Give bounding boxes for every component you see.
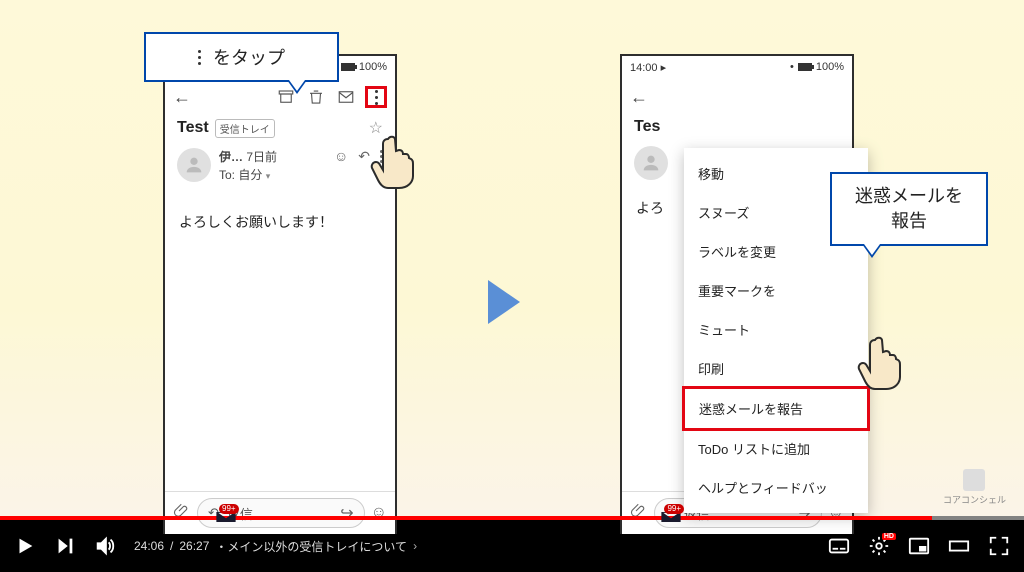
chevron-right-icon[interactable]: › bbox=[413, 539, 417, 553]
status-bar: 14:00 ▸ • 100% bbox=[622, 56, 852, 78]
menu-mute[interactable]: ミュート bbox=[684, 310, 868, 349]
mail-date: 7日前 bbox=[246, 150, 277, 164]
callout-text: 迷惑メールを 報告 bbox=[855, 186, 963, 231]
back-arrow-icon[interactable]: ← bbox=[630, 87, 648, 108]
mail-body: よろしくお願いします！ bbox=[165, 190, 395, 254]
battery-pct: 100% bbox=[816, 61, 844, 73]
mail-header: ← bbox=[165, 78, 395, 116]
mail-header: ← bbox=[622, 78, 852, 116]
brand-name: コアコンシェル bbox=[943, 495, 1006, 505]
video-content: 100% ← Test 受信トレイ ☆ bbox=[0, 0, 1024, 516]
battery-status: • 100% bbox=[790, 61, 844, 73]
badge: 99+ bbox=[664, 504, 684, 514]
theater-button[interactable] bbox=[948, 535, 970, 557]
next-button[interactable] bbox=[54, 535, 76, 557]
callout-tap-more: をタップ bbox=[144, 32, 339, 82]
callout-text: をタップ bbox=[213, 44, 285, 70]
video-controls: 24:06 / 26:27 ・メイン以外の受信トレイについて › HD bbox=[0, 520, 1024, 572]
avatar bbox=[177, 148, 211, 182]
delete-icon[interactable] bbox=[305, 86, 327, 108]
menu-report-spam[interactable]: 迷惑メールを報告 bbox=[682, 386, 870, 431]
sender-row: 伊… 7日前 To: 自分 ▾ ☺ ↶ bbox=[165, 144, 395, 190]
subject-row: Tes bbox=[622, 116, 852, 142]
time-display: 24:06 / 26:27 ・メイン以外の受信トレイについて › bbox=[134, 538, 417, 555]
subtitles-button[interactable] bbox=[828, 535, 850, 557]
inbox-label: 受信トレイ bbox=[215, 119, 275, 138]
more-vert-icon bbox=[198, 50, 201, 65]
phone-mockup-before: 100% ← Test 受信トレイ ☆ bbox=[163, 54, 397, 534]
hd-badge: HD bbox=[882, 533, 896, 540]
battery-status: 100% bbox=[341, 61, 387, 73]
more-vert-icon bbox=[375, 90, 378, 105]
avatar bbox=[634, 146, 668, 180]
mail-subject: Tes bbox=[634, 118, 660, 136]
menu-help[interactable]: ヘルプとフィードバッ bbox=[684, 468, 868, 507]
pointing-hand-icon bbox=[368, 134, 418, 194]
status-time: 14:00 ▸ bbox=[630, 61, 666, 74]
phone-mockup-after: 14:00 ▸ • 100% ← Tes よろ ↶ 返信 bbox=[620, 54, 854, 534]
fullscreen-button[interactable] bbox=[988, 535, 1010, 557]
volume-button[interactable] bbox=[94, 535, 116, 557]
chevron-down-icon[interactable]: ▾ bbox=[266, 171, 271, 181]
more-menu-button[interactable] bbox=[365, 86, 387, 108]
mail-subject: Test bbox=[177, 119, 209, 137]
emoji-icon[interactable]: ☺ bbox=[334, 148, 348, 165]
pointing-hand-icon bbox=[855, 335, 905, 395]
brand-logo: コアコンシェル bbox=[943, 469, 1006, 506]
callout-report-spam: 迷惑メールを 報告 bbox=[830, 172, 988, 246]
settings-button[interactable]: HD bbox=[868, 535, 890, 557]
menu-add-todo[interactable]: ToDo リストに追加 bbox=[684, 429, 868, 468]
back-arrow-icon[interactable]: ← bbox=[173, 87, 191, 108]
menu-print[interactable]: 印刷 bbox=[684, 349, 868, 388]
current-time: 24:06 bbox=[134, 539, 164, 553]
total-time: 26:27 bbox=[179, 539, 209, 553]
battery-pct: 100% bbox=[359, 61, 387, 73]
play-button[interactable] bbox=[14, 535, 36, 557]
chapter-title[interactable]: ・メイン以外の受信トレイについて bbox=[215, 538, 407, 555]
menu-mark-important[interactable]: 重要マークを bbox=[684, 271, 868, 310]
mail-to: To: 自分 bbox=[219, 168, 262, 182]
miniplayer-button[interactable] bbox=[908, 535, 930, 557]
mail-icon[interactable] bbox=[335, 86, 357, 108]
sender-name: 伊… bbox=[219, 150, 243, 164]
arrow-right-icon bbox=[488, 280, 520, 324]
subject-row: Test 受信トレイ ☆ bbox=[165, 116, 395, 144]
badge: 99+ bbox=[219, 504, 239, 514]
